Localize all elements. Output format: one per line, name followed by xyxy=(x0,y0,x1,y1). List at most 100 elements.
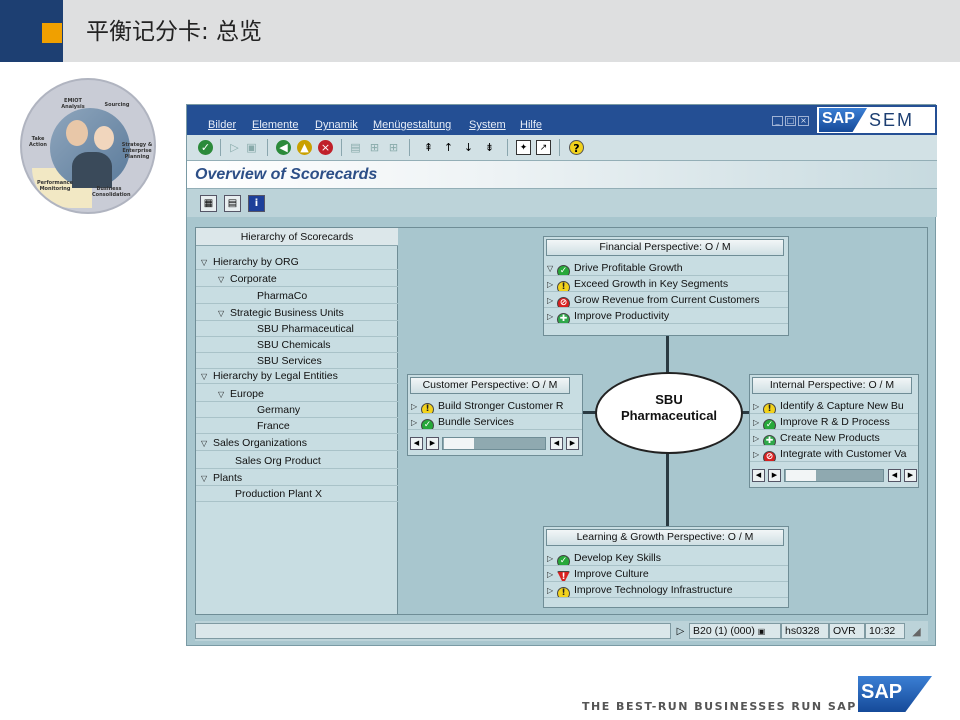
objective-row[interactable]: ▷ ⊘ Grow Revenue from Current Customers xyxy=(544,292,788,308)
back-icon[interactable]: ◀ xyxy=(276,140,291,155)
tree-leaf[interactable]: Germany xyxy=(196,402,398,418)
next-page-icon[interactable]: ↓ xyxy=(461,140,476,155)
scroll-left-icon[interactable]: ◀ xyxy=(752,469,765,482)
expand-triangle-icon[interactable]: ▷ xyxy=(544,293,557,307)
minimize-icon[interactable]: _ xyxy=(772,116,783,126)
status-ok-icon: ✓ xyxy=(557,555,570,565)
expand-triangle-icon[interactable]: ▷ xyxy=(544,583,557,597)
tree-node[interactable]: ▽ Europe xyxy=(196,386,398,402)
customer-perspective-title[interactable]: Customer Perspective: O / M xyxy=(410,377,570,394)
find-icon[interactable]: ⊞ xyxy=(367,140,382,155)
expand-triangle-icon[interactable]: ▷ xyxy=(544,309,557,323)
horizontal-scrollbar[interactable]: ◀ ▶ ◀ ▶ xyxy=(410,437,582,451)
status-warning-icon: ! xyxy=(557,281,570,291)
cancel-icon[interactable]: × xyxy=(318,140,333,155)
last-page-icon[interactable]: ⇟ xyxy=(482,140,497,155)
menu-system[interactable]: System xyxy=(469,119,506,131)
expand-triangle-icon[interactable]: ▽ xyxy=(201,471,213,487)
objective-row[interactable]: ▷! Identify & Capture New Bu xyxy=(750,398,918,414)
scroll-right-icon[interactable]: ▶ xyxy=(768,469,781,482)
collapse-triangle-icon[interactable]: ▽ xyxy=(544,261,557,275)
objective-row[interactable]: ▷ ✓ Improve R & D Process xyxy=(750,414,918,430)
help-icon[interactable]: ? xyxy=(569,140,584,155)
save-icon[interactable]: ▣ xyxy=(244,140,259,155)
expand-triangle-icon[interactable]: ▷ xyxy=(750,399,763,413)
expand-triangle-icon[interactable]: ▷ xyxy=(408,415,421,429)
scroll-thumb[interactable] xyxy=(444,438,474,449)
scroll-left-icon[interactable]: ◀ xyxy=(550,437,563,450)
tree-leaf[interactable]: SBU Chemicals xyxy=(196,337,398,353)
tree-node[interactable]: ▽ Plants xyxy=(196,470,398,486)
tree-leaf[interactable]: SBU Pharmaceutical xyxy=(196,321,398,337)
horizontal-scrollbar[interactable]: ◀ ▶ ◀ ▶ xyxy=(752,469,918,483)
expand-triangle-icon[interactable]: ▷ xyxy=(544,551,557,565)
learning-perspective-title[interactable]: Learning & Growth Perspective: O / M xyxy=(546,529,784,546)
exit-icon[interactable]: ▲ xyxy=(297,140,312,155)
prev-page-icon[interactable]: ↑ xyxy=(441,140,456,155)
status-message-field xyxy=(195,623,671,639)
objective-row[interactable]: ▷ ✓ Develop Key Skills xyxy=(544,550,788,566)
sbu-center-node[interactable]: SBU Pharmaceutical xyxy=(595,372,743,454)
tree-node[interactable]: ▽ Hierarchy by ORG xyxy=(196,254,398,270)
scroll-right-icon[interactable]: ▶ xyxy=(426,437,439,450)
expand-triangle-icon[interactable]: ▷ xyxy=(750,415,763,429)
scroll-left-icon[interactable]: ◀ xyxy=(410,437,423,450)
document-icon[interactable]: ▤ xyxy=(224,195,241,212)
scroll-left-icon[interactable]: ◀ xyxy=(888,469,901,482)
status-toggle-icon[interactable]: ▷ xyxy=(673,624,688,639)
tree-leaf[interactable]: Sales Org Product xyxy=(196,453,398,469)
scroll-right-icon[interactable]: ▶ xyxy=(566,437,579,450)
check-icon[interactable]: ✓ xyxy=(198,140,213,155)
menu-hilfe[interactable]: Hilfe xyxy=(520,119,542,131)
expand-triangle-icon[interactable]: ▽ xyxy=(201,255,213,271)
shortcut-icon[interactable]: ↗ xyxy=(536,140,551,155)
expand-triangle-icon[interactable]: ▷ xyxy=(750,431,763,445)
expand-triangle-icon[interactable]: ▽ xyxy=(201,369,213,385)
tree-leaf[interactable]: Production Plant X xyxy=(196,486,398,502)
strategy-map-diagram: Financial Perspective: O / M ▽ ✓ Drive Pro… xyxy=(399,228,927,614)
print-icon[interactable]: ▦ xyxy=(200,195,217,212)
internal-perspective-title[interactable]: Internal Perspective: O / M xyxy=(752,377,912,394)
expand-triangle-icon[interactable]: ▷ xyxy=(750,447,763,461)
screen-title: Overview of Scorecards xyxy=(195,166,378,183)
scroll-right-icon[interactable]: ▶ xyxy=(904,469,917,482)
info-icon[interactable]: i xyxy=(248,195,265,212)
print-icon[interactable]: ▤ xyxy=(348,140,363,155)
objective-row[interactable]: ▷! Exceed Growth in Key Segments xyxy=(544,276,788,292)
tree-leaf[interactable]: SBU Services xyxy=(196,353,398,369)
objective-row[interactable]: ▷ ✓ Bundle Services xyxy=(408,414,582,430)
objective-row[interactable]: ▷! Build Stronger Customer R xyxy=(408,398,582,414)
tree-node[interactable]: ▽ Sales Organizations xyxy=(196,435,398,451)
expand-triangle-icon[interactable]: ▷ xyxy=(544,277,557,291)
tree-leaf[interactable]: France xyxy=(196,418,398,434)
expand-triangle-icon[interactable]: ▷ xyxy=(544,567,557,581)
resize-grip-icon[interactable]: ◢ xyxy=(909,624,924,639)
expand-triangle-icon[interactable]: ▽ xyxy=(218,387,230,403)
close-icon[interactable]: × xyxy=(798,116,809,126)
objective-row[interactable]: ▷ ⊘ Integrate with Customer Va xyxy=(750,446,918,462)
menu-dynamik[interactable]: Dynamik xyxy=(315,119,358,131)
first-page-icon[interactable]: ⇞ xyxy=(421,140,436,155)
tree-node[interactable]: ▽ Strategic Business Units xyxy=(196,305,398,321)
menu-elemente[interactable]: Elemente xyxy=(252,119,298,131)
command-field-icon[interactable]: ▷ xyxy=(227,140,242,155)
maximize-icon[interactable]: □ xyxy=(785,116,796,126)
objective-row[interactable]: ▷! Improve Culture xyxy=(544,566,788,582)
tree-node[interactable]: ▽ Corporate xyxy=(196,271,398,287)
new-session-icon[interactable]: ✦ xyxy=(516,140,531,155)
objective-row[interactable]: ▷ ✚ Improve Productivity xyxy=(544,308,788,324)
financial-perspective-title[interactable]: Financial Perspective: O / M xyxy=(546,239,784,256)
objective-row[interactable]: ▽ ✓ Drive Profitable Growth xyxy=(544,260,788,276)
expand-triangle-icon[interactable]: ▽ xyxy=(201,436,213,452)
objective-row[interactable]: ▷! Improve Technology Infrastructure xyxy=(544,582,788,598)
tree-node[interactable]: ▽ Hierarchy by Legal Entities xyxy=(196,368,398,384)
menu-menuegestaltung[interactable]: Menügestaltung xyxy=(373,119,451,131)
objective-row[interactable]: ▷ ✚ Create New Products xyxy=(750,430,918,446)
find-next-icon[interactable]: ⊞ xyxy=(386,140,401,155)
expand-triangle-icon[interactable]: ▷ xyxy=(408,399,421,413)
expand-triangle-icon[interactable]: ▽ xyxy=(218,272,230,288)
tree-leaf[interactable]: PharmaCo xyxy=(196,288,398,304)
menu-bilder[interactable]: Bilder xyxy=(208,119,236,131)
expand-triangle-icon[interactable]: ▽ xyxy=(218,306,230,322)
scroll-thumb[interactable] xyxy=(786,470,816,481)
